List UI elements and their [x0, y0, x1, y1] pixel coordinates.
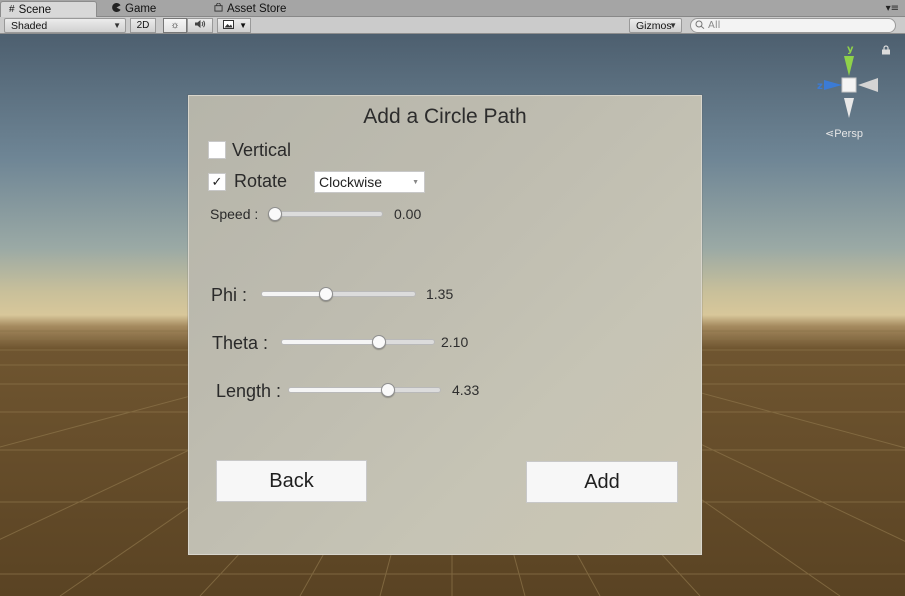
checkmark-icon: ✓ [211, 174, 223, 190]
theta-slider-fill [282, 340, 381, 344]
tab-scene[interactable]: # Scene [0, 1, 97, 17]
projection-label: Persp [834, 128, 863, 140]
speed-slider-track[interactable] [269, 211, 383, 217]
search-icon [695, 20, 705, 32]
shopping-bag-icon [214, 2, 223, 15]
pacman-icon [112, 2, 121, 15]
theta-value: 2.10 [441, 334, 469, 350]
rotation-direction-value: Clockwise [319, 174, 383, 190]
theta-label: Theta : [212, 333, 269, 353]
2d-toggle-button[interactable]: 2D [130, 18, 156, 33]
tab-scene-label: Scene [18, 3, 52, 16]
tab-menu-icon[interactable]: ▾≡ [886, 3, 899, 14]
editor-tab-bar: # Scene Game Asset Store ▾≡ [0, 0, 905, 17]
svg-text:y: y [847, 44, 854, 55]
projection-toggle[interactable]: ⋖Persp [825, 127, 863, 140]
draw-mode-dropdown[interactable]: Shaded ▼ [4, 18, 126, 33]
theta-slider-track[interactable] [281, 339, 435, 345]
rotate-label: Rotate [234, 171, 288, 191]
speed-label: Speed : [210, 206, 259, 222]
hierarchy-search-input[interactable]: All [690, 18, 896, 33]
audio-toggle-button[interactable] [187, 18, 213, 33]
length-slider-track[interactable] [288, 387, 441, 393]
grid-icon: # [9, 3, 15, 15]
vertical-label: Vertical [232, 140, 292, 160]
length-slider-fill [289, 388, 391, 392]
theta-slider-handle[interactable] [372, 335, 386, 349]
gizmos-dropdown[interactable]: Gizmos ▼ [629, 18, 682, 33]
speaker-icon [194, 19, 206, 32]
phi-label: Phi : [211, 285, 248, 305]
scene-toolbar: Shaded ▼ 2D ☼ ▼ Gizmos ▼ All [0, 17, 905, 34]
phi-slider-track[interactable] [261, 291, 416, 297]
add-button[interactable]: Add [526, 461, 678, 503]
length-label: Length : [216, 381, 282, 401]
tab-game[interactable]: Game [104, 1, 204, 17]
search-placeholder: All [708, 20, 721, 31]
phi-slider-handle[interactable] [318, 287, 333, 301]
tab-asset-store[interactable]: Asset Store [206, 1, 316, 17]
vertical-checkbox[interactable] [208, 141, 226, 159]
lighting-toggle-button[interactable]: ☼ [163, 18, 187, 33]
chevron-down-icon: ▼ [669, 21, 677, 30]
gizmos-label: Gizmos [636, 19, 672, 32]
effects-dropdown-button[interactable]: ▼ [217, 18, 251, 33]
rotate-checkbox[interactable]: ✓ [208, 173, 226, 191]
svg-text:z: z [817, 81, 823, 92]
phi-slider-fill [262, 292, 325, 296]
lock-icon[interactable] [881, 45, 891, 55]
perspective-icon: ⋖ [825, 128, 835, 140]
rotation-direction-dropdown[interactable]: Clockwise ▼ [314, 171, 425, 193]
chevron-down-icon: ▼ [412, 179, 419, 186]
length-value: 4.33 [452, 382, 480, 398]
chevron-down-icon: ▼ [239, 21, 247, 30]
panel-title: Add a Circle Path [363, 105, 527, 128]
tab-asset-store-label: Asset Store [227, 3, 287, 15]
chevron-down-icon: ▼ [113, 21, 121, 30]
draw-mode-value: Shaded [11, 19, 48, 32]
image-icon [223, 19, 234, 32]
back-button[interactable]: Back [216, 460, 367, 502]
sun-icon: ☼ [170, 20, 180, 31]
speed-slider-handle[interactable] [268, 207, 282, 221]
tab-game-label: Game [125, 3, 157, 15]
add-circle-path-panel: Add a Circle Path Vertical ✓ Rotate Cloc… [188, 95, 702, 555]
speed-value: 0.00 [394, 206, 422, 222]
length-slider-handle[interactable] [381, 383, 396, 397]
phi-value: 1.35 [426, 286, 454, 302]
